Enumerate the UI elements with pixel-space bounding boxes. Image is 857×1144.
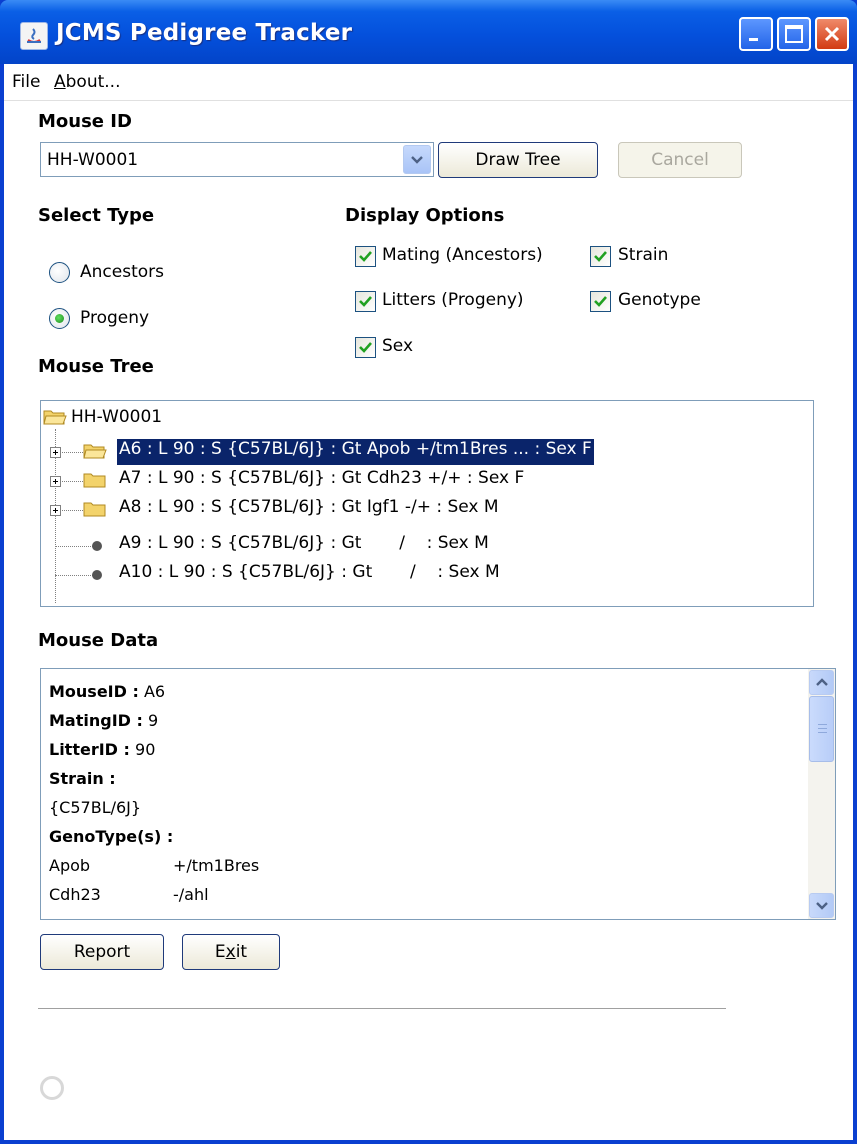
title-bar[interactable]: JCMS Pedigree Tracker bbox=[0, 0, 857, 64]
radio-selected-dot bbox=[55, 314, 64, 323]
checkbox-mating-label[interactable]: Mating (Ancestors) bbox=[382, 245, 543, 265]
expand-icon[interactable] bbox=[50, 447, 61, 458]
tree-node-a8[interactable]: A8 : L 90 : S {C57BL/6J} : Gt Igf1 -/+ :… bbox=[119, 497, 499, 523]
scroll-up-button[interactable] bbox=[809, 670, 834, 695]
checkmark-icon bbox=[359, 251, 372, 262]
checkmark-icon bbox=[594, 251, 607, 262]
folder-open-icon bbox=[43, 410, 67, 425]
checkmark-icon bbox=[359, 342, 372, 353]
checkbox-genotype-label[interactable]: Genotype bbox=[618, 290, 701, 310]
scroll-down-button[interactable] bbox=[809, 893, 834, 918]
chevron-up-icon bbox=[816, 678, 828, 686]
mouse-data-label: Mouse Data bbox=[38, 630, 159, 651]
display-options-label: Display Options bbox=[345, 205, 505, 226]
checkmark-icon bbox=[359, 296, 372, 307]
checkbox-strain[interactable] bbox=[590, 246, 611, 267]
scroll-thumb[interactable] bbox=[809, 696, 834, 762]
vertical-scrollbar[interactable] bbox=[808, 669, 835, 919]
mouse-tree[interactable]: HH-W0001 A6 : L 90 : S {C57BL/6J} : Gt A… bbox=[40, 400, 814, 607]
mouse-id-value[interactable]: HH-W0001 bbox=[47, 150, 138, 170]
menu-bar: File About... bbox=[4, 64, 853, 101]
data-litter-id: LitterID : 90 bbox=[49, 740, 156, 759]
data-genotype-row: Apob +/tm1Bres bbox=[49, 856, 260, 875]
checkbox-sex-label[interactable]: Sex bbox=[382, 336, 413, 356]
data-strain-value: {C57BL/6J} bbox=[49, 798, 142, 817]
data-genotypes-label: GenoType(s) : bbox=[49, 827, 174, 846]
radio-progeny[interactable] bbox=[49, 308, 70, 329]
tree-node-a10[interactable]: A10 : L 90 : S {C57BL/6J} : Gt / : Sex M bbox=[119, 562, 500, 588]
menu-about[interactable]: About... bbox=[54, 72, 120, 92]
java-app-icon bbox=[20, 22, 48, 50]
expand-icon[interactable] bbox=[50, 476, 61, 487]
tree-connector bbox=[55, 546, 95, 547]
checkbox-litters[interactable] bbox=[355, 291, 376, 312]
checkbox-sex[interactable] bbox=[355, 337, 376, 358]
exit-button[interactable]: Exit bbox=[182, 934, 280, 970]
report-button[interactable]: Report bbox=[40, 934, 164, 970]
busy-indicator-icon bbox=[40, 1076, 64, 1100]
tree-node-a9[interactable]: A9 : L 90 : S {C57BL/6J} : Gt / : Sex M bbox=[119, 533, 489, 559]
chevron-down-icon bbox=[816, 902, 828, 910]
window-client-area: File About... Mouse ID HH-W0001 Draw Tre… bbox=[4, 64, 853, 1140]
app-window: JCMS Pedigree Tracker File About... Mous… bbox=[0, 0, 857, 1144]
radio-ancestors-label[interactable]: Ancestors bbox=[80, 262, 164, 282]
leaf-node-icon bbox=[92, 541, 102, 551]
mouse-data-panel[interactable]: MouseID : A6 MatingID : 9 LitterID : 90 … bbox=[40, 668, 836, 920]
folder-icon bbox=[83, 502, 106, 517]
radio-ancestors[interactable] bbox=[49, 262, 70, 283]
tree-node-a6[interactable]: A6 : L 90 : S {C57BL/6J} : Gt Apob +/tm1… bbox=[116, 438, 595, 466]
maximize-button[interactable] bbox=[777, 17, 811, 51]
data-genotype-row: Cdh23 -/ahl bbox=[49, 885, 209, 904]
mouse-tree-label: Mouse Tree bbox=[38, 356, 154, 377]
expand-icon[interactable] bbox=[50, 505, 61, 516]
cancel-button[interactable]: Cancel bbox=[618, 142, 742, 178]
separator bbox=[38, 1008, 726, 1010]
leaf-node-icon bbox=[92, 570, 102, 580]
window-title: JCMS Pedigree Tracker bbox=[56, 20, 353, 46]
radio-progeny-label[interactable]: Progeny bbox=[80, 308, 149, 328]
folder-icon bbox=[83, 473, 106, 488]
tree-node-a7[interactable]: A7 : L 90 : S {C57BL/6J} : Gt Cdh23 +/+ … bbox=[119, 468, 524, 494]
checkbox-genotype[interactable] bbox=[590, 291, 611, 312]
checkmark-icon bbox=[594, 296, 607, 307]
select-type-label: Select Type bbox=[38, 205, 155, 226]
minimize-button[interactable] bbox=[739, 17, 773, 51]
close-button[interactable] bbox=[815, 17, 849, 51]
menu-file[interactable]: File bbox=[12, 72, 40, 92]
checkbox-litters-label[interactable]: Litters (Progeny) bbox=[382, 290, 524, 310]
data-mating-id: MatingID : 9 bbox=[49, 711, 159, 730]
checkbox-strain-label[interactable]: Strain bbox=[618, 245, 668, 265]
data-mouse-id: MouseID : A6 bbox=[49, 682, 166, 701]
folder-open-icon bbox=[83, 444, 107, 459]
tree-connector bbox=[55, 575, 95, 576]
draw-tree-button[interactable]: Draw Tree bbox=[438, 142, 598, 178]
chevron-down-icon[interactable] bbox=[403, 145, 431, 174]
checkbox-mating[interactable] bbox=[355, 246, 376, 267]
mouse-id-label: Mouse ID bbox=[38, 111, 132, 132]
data-strain-label: Strain : bbox=[49, 769, 116, 788]
mouse-id-combobox[interactable]: HH-W0001 bbox=[40, 142, 434, 177]
